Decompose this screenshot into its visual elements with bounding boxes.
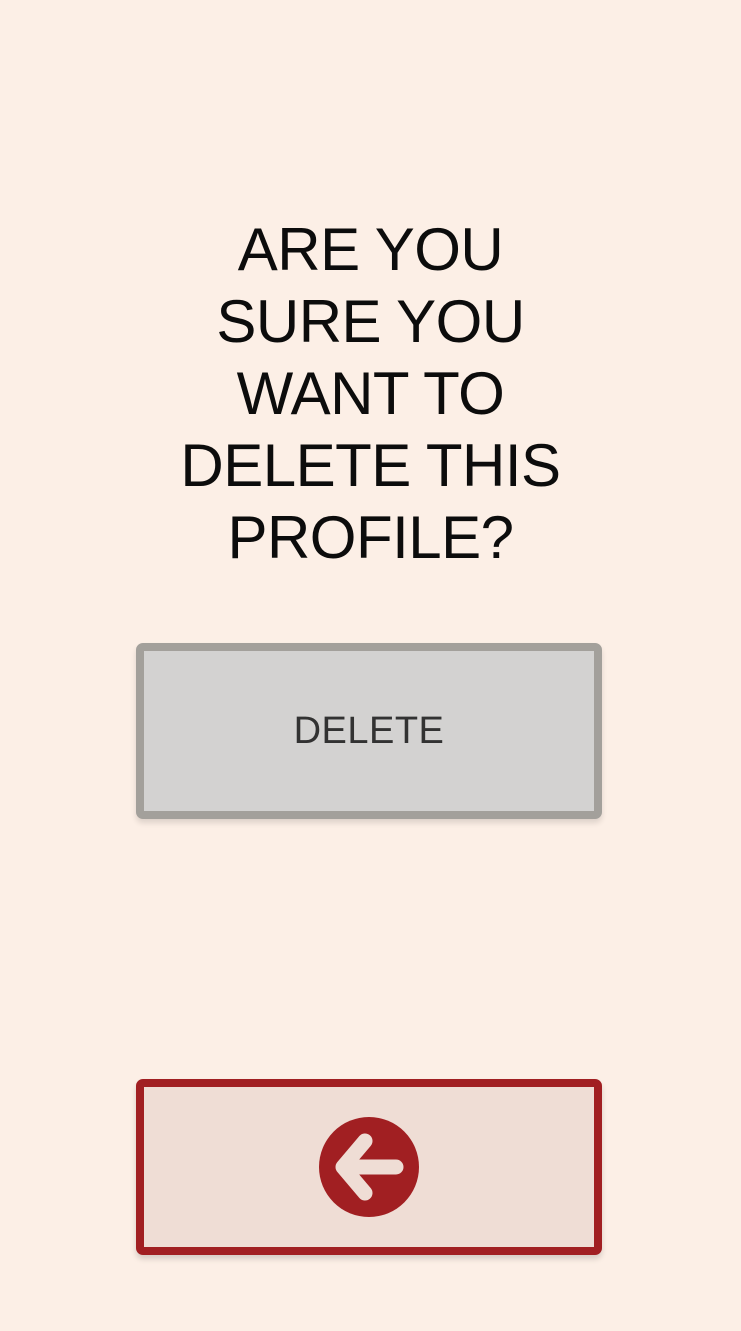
arrow-left-circle-icon [319, 1117, 419, 1217]
delete-button-label: DELETE [293, 709, 445, 752]
back-button[interactable] [136, 1079, 602, 1255]
confirmation-question: ARE YOU SURE YOU WANT TO DELETE THIS PRO… [180, 216, 561, 571]
delete-profile-screen: ARE YOU SURE YOU WANT TO DELETE THIS PRO… [0, 0, 741, 1331]
delete-button[interactable]: DELETE [136, 643, 602, 819]
